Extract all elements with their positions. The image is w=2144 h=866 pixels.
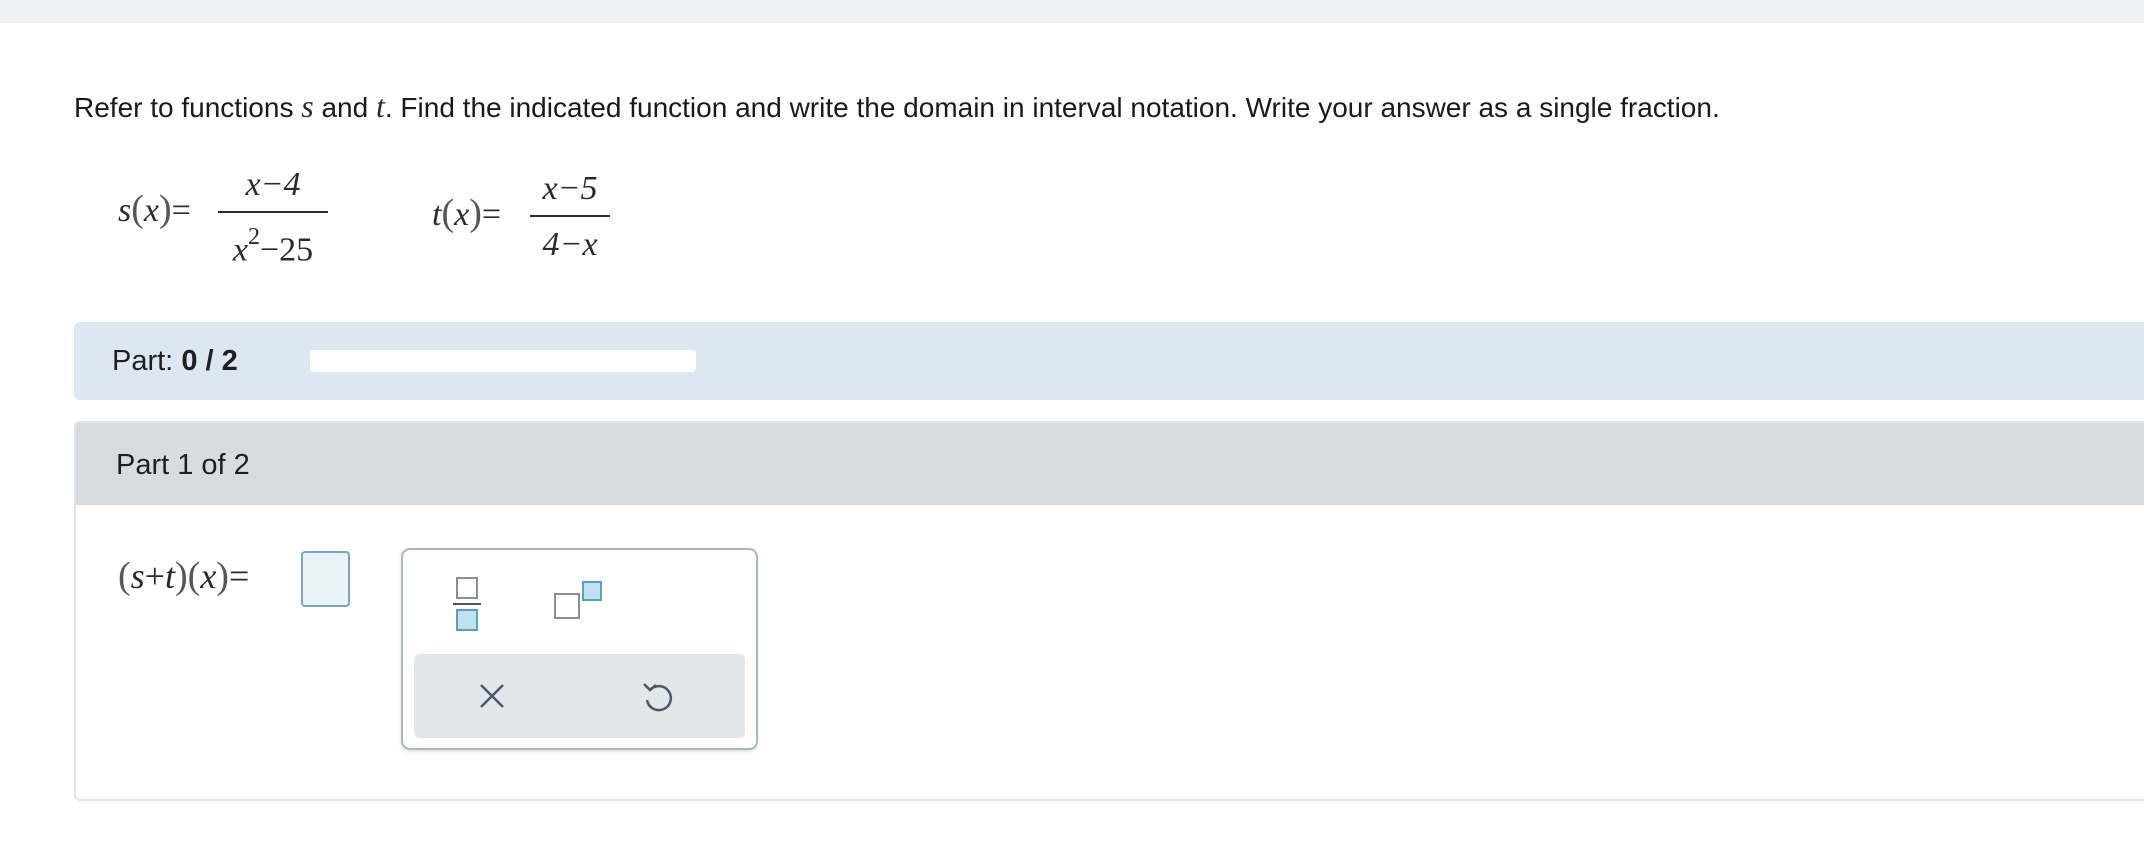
answer-label: (s+t)(x)= [118, 555, 250, 597]
part-progress-value: 0 / 2 [181, 345, 238, 377]
function-t-numerator: x−5 [542, 170, 598, 207]
undo-icon [643, 683, 673, 712]
function-s-label: s(x)= [118, 188, 191, 230]
function-t-fraction: x−5 4−x [530, 167, 610, 267]
instructions-intro: Refer to functions [74, 92, 302, 123]
instructions-rest: . Find the indicated function and write … [384, 92, 1720, 123]
fraction-button[interactable] [447, 576, 487, 632]
part-progress-bar: Part: 0 / 2 [74, 322, 2144, 400]
part-progress-text: Part: 0 / 2 [112, 342, 238, 380]
problem-instructions: Refer to functions s and t. Find the ind… [74, 84, 1720, 130]
answer-input[interactable] [301, 551, 350, 607]
fraction-bar [530, 215, 610, 217]
var-t: t [375, 88, 385, 124]
function-t-label: t(x)= [432, 192, 502, 234]
clear-icon [480, 684, 504, 708]
exponent-button[interactable] [553, 580, 607, 620]
fraction-icon [453, 577, 481, 631]
math-palette [401, 548, 758, 750]
function-s-fraction: x−4 x2−25 [218, 163, 328, 272]
undo-button[interactable] [636, 674, 680, 718]
fraction-bar [218, 211, 328, 213]
exponent-icon [554, 581, 602, 619]
part-header-title: Part 1 of 2 [116, 449, 250, 481]
function-s-numerator: x−4 [245, 166, 301, 203]
instructions-and: and [313, 92, 376, 123]
var-s: s [301, 88, 314, 124]
part-header: Part 1 of 2 [76, 423, 2144, 505]
function-t-denominator: 4−x [542, 226, 598, 263]
part-panel: Part 1 of 2 [74, 421, 2144, 801]
palette-actions [414, 654, 745, 738]
part-progress-label: Part: [112, 345, 182, 377]
progress-track [310, 350, 696, 372]
top-strip [0, 0, 2144, 23]
clear-button[interactable] [470, 674, 514, 718]
function-s-denominator: x2−25 [232, 224, 314, 269]
